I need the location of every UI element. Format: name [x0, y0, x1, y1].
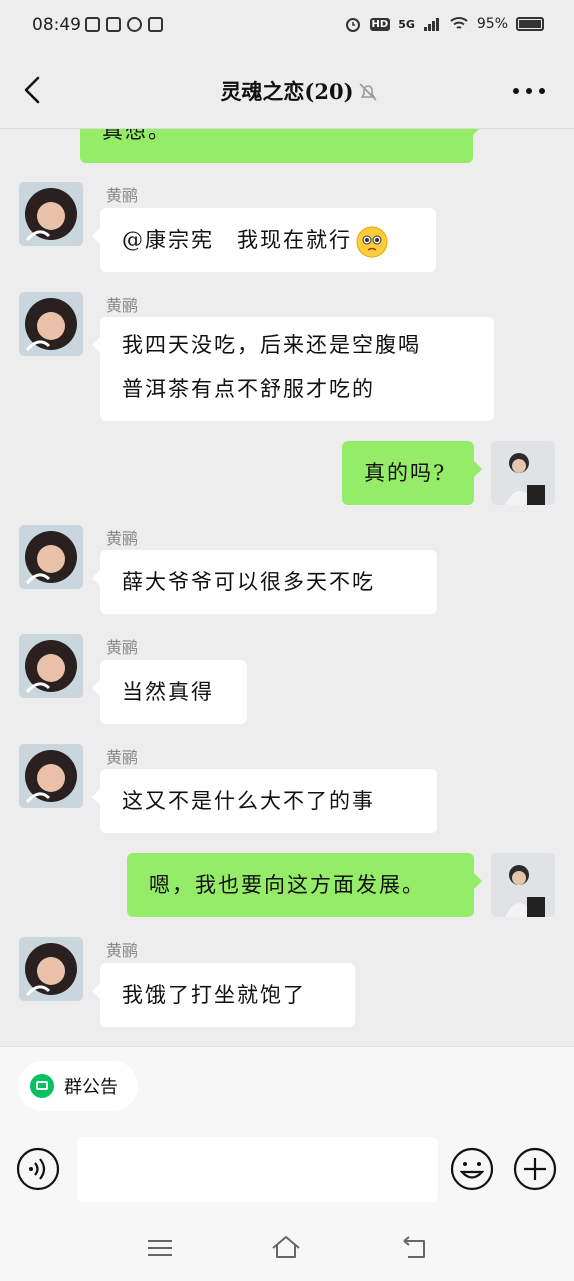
- message-bubble-incoming[interactable]: 我四天没吃，后来还是空腹喝 普洱茶有点不舒服才吃的: [92, 317, 494, 421]
- sender-name: 黄鹂: [106, 748, 139, 767]
- input-area: 群公告: [0, 1046, 574, 1281]
- message-bubble-incoming[interactable]: 这又不是什么大不了的事: [92, 769, 437, 833]
- battery-percent: 95%: [476, 16, 508, 32]
- pleading-face-emoji-icon: [356, 226, 388, 257]
- group-notice-label: 群公告: [64, 1077, 118, 1098]
- app-notification-icon: [106, 17, 121, 32]
- my-avatar[interactable]: [491, 853, 555, 917]
- message-bubble-outgoing[interactable]: 真的吗?: [342, 441, 482, 505]
- message-bubble-incoming[interactable]: 我饿了打坐就饱了: [92, 963, 355, 1027]
- status-bar: 08:49 HD 5G 95%: [0, 0, 574, 54]
- avatar[interactable]: [19, 634, 83, 698]
- announcement-icon: [30, 1074, 54, 1098]
- message-bubble-incoming[interactable]: 当然真得: [92, 660, 247, 724]
- message-text: 真的吗?: [364, 461, 447, 485]
- message-text: @康宗宪 我现在就行: [122, 228, 352, 252]
- hd-badge: HD: [369, 17, 391, 31]
- avatar[interactable]: [19, 744, 83, 808]
- more-icon[interactable]: [512, 86, 546, 96]
- emoji-icon[interactable]: [450, 1147, 494, 1191]
- system-nav-bar: [0, 1217, 574, 1281]
- app-notification-icon: [127, 17, 142, 32]
- chat-title: 灵魂之恋(20): [220, 79, 354, 104]
- message-bubble-outgoing[interactable]: 嗯，我也要向这方面发展。: [127, 853, 482, 917]
- voice-icon[interactable]: [16, 1147, 60, 1191]
- sender-name: 黄鹂: [106, 638, 139, 657]
- sender-name: 黄鹂: [106, 529, 139, 548]
- message-text: 这又不是什么大不了的事: [122, 789, 375, 813]
- message-list[interactable]: 真想。 黄鹂 @康宗宪 我现在就行 黄鹂 我四天没吃，后来还是空腹喝 普洱茶有点…: [0, 129, 574, 1046]
- status-time: 08:49: [32, 15, 81, 35]
- battery-icon: [516, 17, 544, 31]
- message-bubble-incoming[interactable]: @康宗宪 我现在就行: [92, 208, 436, 272]
- message-text: 嗯，我也要向这方面发展。: [149, 873, 425, 897]
- system-status: HD 5G 95%: [344, 15, 544, 33]
- group-notice-button[interactable]: 群公告: [18, 1061, 138, 1111]
- alarm-icon: [345, 18, 360, 32]
- plus-icon[interactable]: [513, 1147, 557, 1191]
- sender-name: 黄鹂: [106, 186, 139, 205]
- video-notification-icon: [148, 17, 163, 32]
- avatar[interactable]: [19, 292, 83, 356]
- message-bubble-outgoing[interactable]: 真想。: [80, 129, 481, 163]
- message-bubble-incoming[interactable]: 薛大爷爷可以很多天不吃: [92, 550, 437, 614]
- message-input[interactable]: [77, 1137, 438, 1202]
- avatar[interactable]: [19, 525, 83, 589]
- mute-bell-icon: [359, 83, 377, 101]
- home-icon[interactable]: [271, 1233, 301, 1263]
- message-text: 当然真得: [122, 680, 214, 704]
- notification-icons: [85, 17, 163, 32]
- chat-header: 灵魂之恋(20): [0, 54, 574, 129]
- signal-icon: [423, 18, 439, 31]
- my-avatar[interactable]: [491, 441, 555, 505]
- avatar[interactable]: [19, 182, 83, 246]
- message-text: 薛大爷爷可以很多天不吃: [122, 570, 375, 594]
- message-text: 我饿了打坐就饱了: [122, 983, 306, 1007]
- back-nav-icon[interactable]: [400, 1233, 430, 1263]
- message-text-line: 普洱茶有点不舒服才吃的: [122, 377, 375, 401]
- message-text-line: 我四天没吃，后来还是空腹喝: [122, 333, 421, 357]
- app-notification-icon: [85, 17, 100, 32]
- sender-name: 黄鹂: [106, 296, 139, 315]
- wifi-icon: [450, 17, 468, 29]
- message-text: 真想。: [102, 129, 171, 143]
- sender-name: 黄鹂: [106, 941, 139, 960]
- menu-icon[interactable]: [145, 1233, 175, 1263]
- network-type: 5G: [398, 17, 415, 31]
- avatar[interactable]: [19, 937, 83, 1001]
